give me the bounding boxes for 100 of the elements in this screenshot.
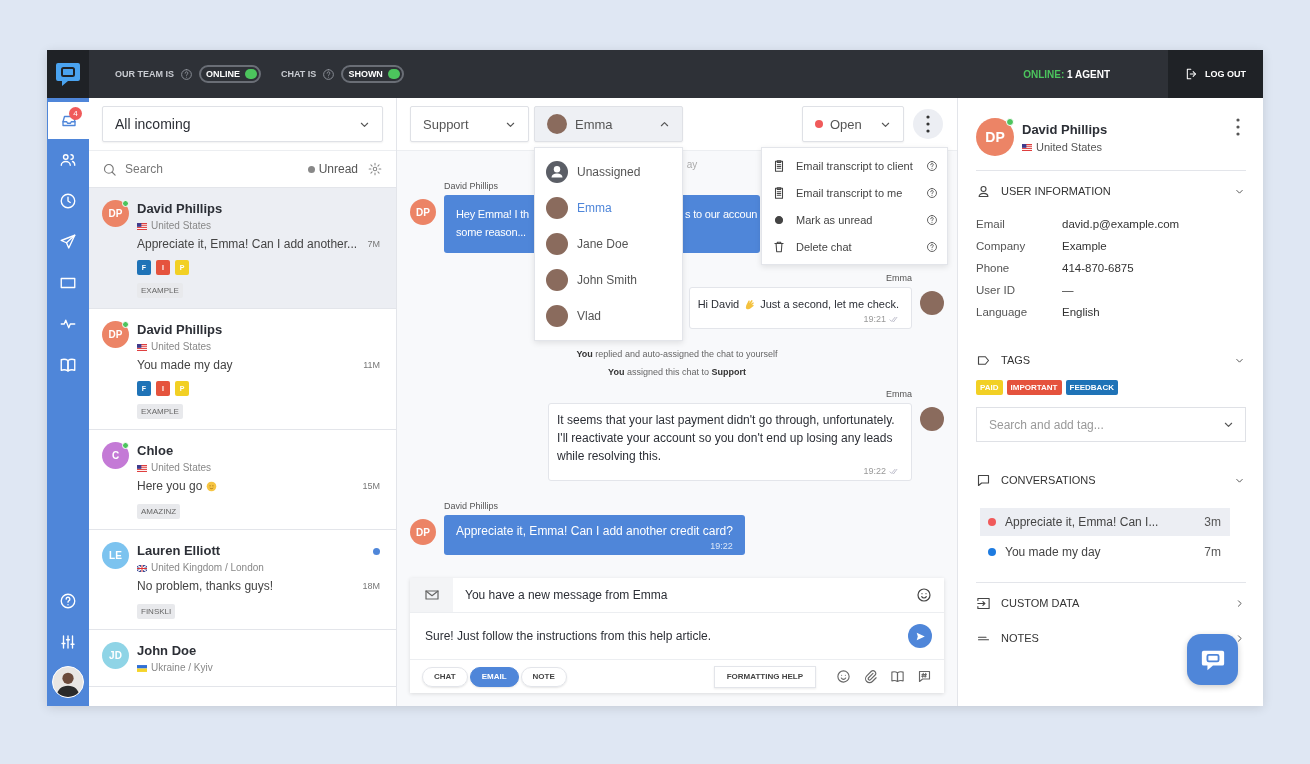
chat-list-item[interactable]: C Chloe United States Here you go 15M AMAZINZ	[89, 430, 396, 530]
envelope-icon	[423, 587, 440, 603]
assignee-option[interactable]: John Smith	[535, 262, 682, 298]
message-preview: You made my day	[137, 357, 233, 374]
contact-location: United States	[151, 340, 212, 354]
help-icon	[926, 186, 938, 199]
avatar-placeholder	[920, 291, 944, 315]
message-time: 11M	[363, 359, 380, 372]
chat-widget-button[interactable]	[1187, 634, 1238, 685]
field-label: Email	[976, 218, 1006, 230]
notification-badge: 4	[69, 107, 82, 120]
group-tag: EXAMPLE	[137, 404, 183, 419]
assignee-option[interactable]: Vlad	[535, 298, 682, 334]
contact-location: United States	[151, 461, 212, 475]
emoji-icon[interactable]	[916, 587, 932, 603]
message-preview: Here you go	[137, 478, 203, 495]
tag: FEEDBACK	[1065, 380, 1118, 395]
emoji-icon[interactable]	[836, 669, 851, 684]
help-icon[interactable]	[180, 67, 193, 81]
conversation-item[interactable]: Appreciate it, Emma! Can I... 3m	[980, 508, 1230, 536]
status-dropdown[interactable]: Open	[802, 106, 904, 142]
chat-visibility-toggle[interactable]: SHOWN	[341, 65, 404, 83]
settings-icon[interactable]	[368, 162, 382, 176]
canned-response-icon[interactable]	[917, 669, 932, 684]
team-status-label: OUR TEAM IS	[115, 69, 174, 79]
trash-icon	[772, 239, 786, 254]
assignee-dropdown[interactable]: Emma	[534, 106, 683, 142]
flag-icon	[1022, 143, 1032, 151]
section-header[interactable]: TAGS	[976, 345, 1246, 375]
field-value: —	[1062, 284, 1075, 296]
person-icon	[546, 161, 568, 183]
menu-item[interactable]: Delete chat	[762, 233, 947, 260]
dot-icon	[307, 165, 315, 173]
conversation-item[interactable]: You made my day 7m	[980, 538, 1230, 566]
message-time: 18M	[362, 580, 380, 593]
avatar: C	[102, 442, 129, 469]
logout-button[interactable]: LOG OUT	[1168, 50, 1263, 98]
field-label: User ID	[976, 284, 1016, 296]
message-preview: No problem, thanks guys!	[137, 578, 274, 595]
section-header[interactable]: USER INFORMATION	[976, 176, 1246, 206]
message-bubble: It seems that your last payment didn't go through, unfortunately. I'll reactivate your account so you don't end up losing any leads while resolving this. 19:22	[548, 403, 912, 481]
avatar-placeholder[interactable]	[52, 666, 84, 698]
field-value: Example	[1062, 240, 1108, 252]
field-label: Company	[976, 240, 1027, 252]
tag-search-field[interactable]: Search and add tag...	[976, 407, 1246, 442]
filter-dropdown[interactable]: All incoming	[102, 106, 383, 142]
group-tag: AMAZINZ	[137, 504, 181, 519]
section-header[interactable]: CUSTOM DATA	[976, 588, 1246, 618]
menu-item[interactable]: Mark as unread	[762, 206, 947, 233]
more-button[interactable]	[913, 109, 943, 139]
avatar: JD	[102, 642, 129, 669]
group-tag: FINSKLI	[137, 604, 176, 619]
message-time: 15M	[362, 480, 380, 493]
date-divider: ay	[686, 159, 698, 170]
chat-logo-icon	[54, 60, 82, 88]
message-bubble: Hi David Just a second, let me check. 19:21	[688, 287, 912, 329]
send-button[interactable]	[908, 624, 932, 648]
paperclip-icon[interactable]	[863, 669, 878, 684]
contact-location: United Kingdom / London	[151, 561, 264, 575]
clipboard-icon	[772, 185, 786, 200]
group-dropdown[interactable]: Support	[410, 106, 529, 142]
assignee-option[interactable]: Unassigned	[535, 154, 682, 190]
help-icon	[926, 213, 938, 226]
section-header[interactable]: CONVERSATIONS	[976, 465, 1246, 495]
avatar-placeholder	[546, 269, 568, 291]
menu-item[interactable]: Email transcript to client	[762, 152, 947, 179]
subject-field[interactable]: You have a new message from Emma	[453, 587, 916, 603]
avatar-placeholder	[920, 407, 944, 431]
help-icon	[59, 591, 77, 610]
chat-status-label: CHAT IS	[281, 69, 317, 79]
formatting-help-button[interactable]: FORMATTING HELP	[713, 665, 816, 688]
section-header[interactable]: NOTES	[976, 623, 1246, 653]
contact-location: United States	[151, 219, 212, 233]
message-author: David Phillips	[444, 181, 499, 191]
team-status-toggle[interactable]: ONLINE	[199, 65, 262, 83]
chat-list-item[interactable]: LE Lauren Elliott United Kingdom / London No problem, thanks guys! 18M FINSKLI	[89, 530, 396, 630]
field-value: david.p@example.com	[1062, 218, 1181, 230]
book-icon[interactable]	[890, 669, 905, 684]
menu-item[interactable]: Email transcript to me	[762, 179, 947, 206]
avatar: LE	[102, 542, 129, 569]
unread-filter[interactable]: Unread	[318, 162, 358, 176]
contact-name: Chloe	[137, 442, 174, 460]
visitor-location: United States	[1036, 140, 1103, 155]
visitor-name: David Phillips	[1022, 122, 1109, 137]
online-agents-count: ONLINE: 1 AGENT	[1023, 68, 1110, 80]
system-message: You replied and auto-assigned the chat to yourself	[575, 349, 779, 359]
message-preview: Appreciate it, Emma! Can I add another...	[137, 236, 358, 253]
search-field[interactable]: Search	[123, 161, 308, 177]
help-icon[interactable]	[322, 67, 336, 81]
contact-location: Ukraine / Kyiv	[151, 661, 213, 675]
group-tag: EXAMPLE	[137, 283, 183, 298]
message-time: 7M	[367, 238, 380, 251]
paper-plane-icon	[59, 232, 77, 251]
field-value: English	[1062, 306, 1101, 318]
message-input[interactable]: Sure! Just follow the instructions from this help article.	[423, 628, 908, 644]
more-vertical-icon[interactable]	[1236, 118, 1240, 136]
avatar-placeholder	[546, 305, 568, 327]
chat-list-item[interactable]: JD John Doe Ukraine / Kyiv	[89, 630, 396, 687]
avatar: DP	[102, 200, 129, 227]
mode-tab[interactable]: EMAIL	[469, 666, 519, 687]
